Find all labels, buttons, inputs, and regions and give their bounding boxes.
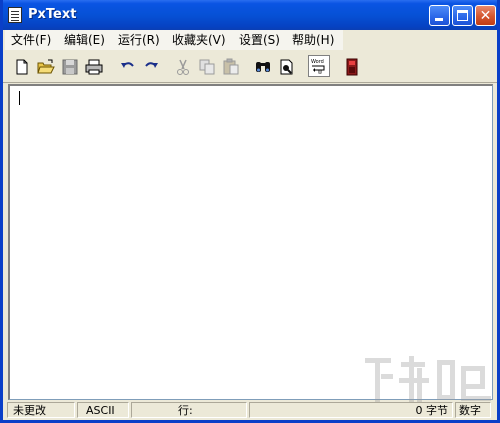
svg-text:W: W	[318, 70, 322, 75]
watermark-logo	[353, 352, 497, 412]
svg-text:Word: Word	[311, 59, 324, 65]
new-file-icon[interactable]	[12, 57, 32, 77]
status-modified: 未更改	[7, 402, 75, 418]
app-icon[interactable]	[8, 7, 22, 23]
minimize-icon	[435, 18, 443, 21]
cut-icon[interactable]	[173, 57, 193, 77]
open-folder-icon[interactable]	[36, 57, 56, 77]
copy-icon[interactable]	[197, 57, 217, 77]
status-line-label: 行:	[178, 404, 193, 417]
menu-file[interactable]: 文件(F)	[11, 32, 51, 48]
minimize-button[interactable]	[429, 5, 450, 26]
find-next-icon[interactable]	[277, 57, 297, 77]
print-icon[interactable]	[84, 57, 104, 77]
word-wrap-icon[interactable]: Word W	[308, 55, 330, 77]
status-encoding: ASCII	[77, 402, 129, 418]
text-caret	[19, 91, 20, 105]
run-icon[interactable]	[342, 57, 362, 77]
close-icon: ✕	[479, 8, 492, 24]
menu-run[interactable]: 运行(R)	[118, 32, 160, 48]
maximize-button[interactable]	[452, 5, 473, 26]
save-icon[interactable]	[60, 57, 80, 77]
title-bar[interactable]: PxText ✕	[3, 0, 497, 30]
menu-favorites[interactable]: 收藏夹(V)	[172, 32, 226, 48]
menu-help[interactable]: 帮助(H)	[292, 32, 334, 48]
close-button[interactable]: ✕	[475, 5, 496, 26]
menu-bar: 文件(F) 编辑(E) 运行(R) 收藏夹(V) 设置(S) 帮助(H)	[3, 30, 497, 50]
app-window: PxText ✕ 文件(F) 编辑(E) 运行(R) 收藏夹(V) 设置(S) …	[0, 0, 500, 423]
maximize-icon	[457, 10, 468, 21]
window-title: PxText	[28, 7, 77, 22]
find-icon[interactable]	[253, 57, 273, 77]
undo-icon[interactable]	[118, 57, 138, 77]
menu-edit[interactable]: 编辑(E)	[64, 32, 105, 48]
redo-icon[interactable]	[141, 57, 161, 77]
paste-icon[interactable]	[221, 57, 241, 77]
status-line: 行:	[131, 402, 247, 418]
toolbar: Word W	[3, 50, 497, 83]
menu-settings[interactable]: 设置(S)	[239, 32, 280, 48]
